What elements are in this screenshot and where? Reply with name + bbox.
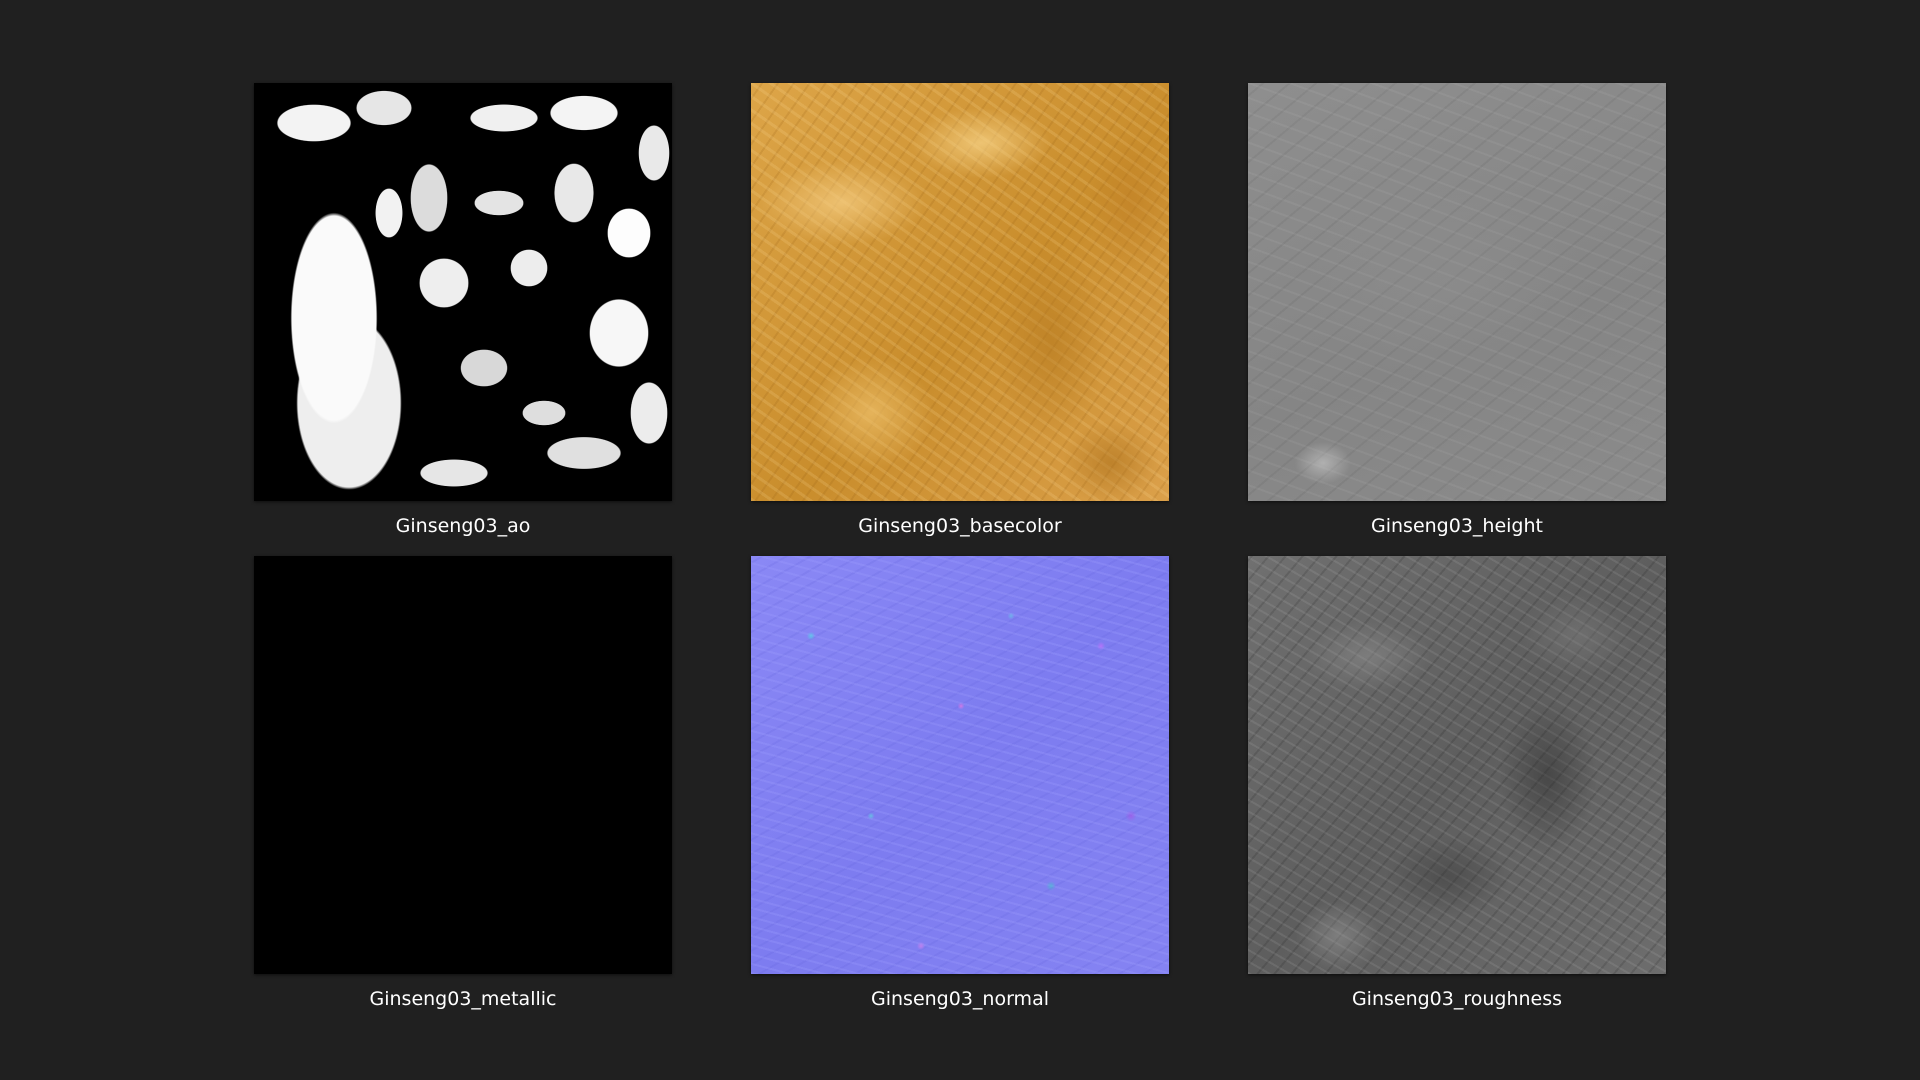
file-name-label[interactable]: Ginseng03_ao — [254, 514, 672, 538]
texture-thumbnail-normal[interactable] — [751, 556, 1169, 974]
texture-thumbnail-ao[interactable] — [254, 83, 672, 501]
texture-thumbnail-metallic[interactable] — [254, 556, 672, 974]
file-name-label[interactable]: Ginseng03_normal — [751, 987, 1169, 1011]
texture-thumbnail-height[interactable] — [1248, 83, 1666, 501]
texture-thumbnail-basecolor[interactable] — [751, 83, 1169, 501]
texture-thumbnail-roughness[interactable] — [1248, 556, 1666, 974]
file-name-label[interactable]: Ginseng03_metallic — [254, 987, 672, 1011]
file-name-label[interactable]: Ginseng03_roughness — [1248, 987, 1666, 1011]
file-name-label[interactable]: Ginseng03_basecolor — [751, 514, 1169, 538]
file-name-label[interactable]: Ginseng03_height — [1248, 514, 1666, 538]
file-thumbnail-grid: Ginseng03_ao Ginseng03_basecolor Ginseng… — [0, 0, 1920, 1080]
